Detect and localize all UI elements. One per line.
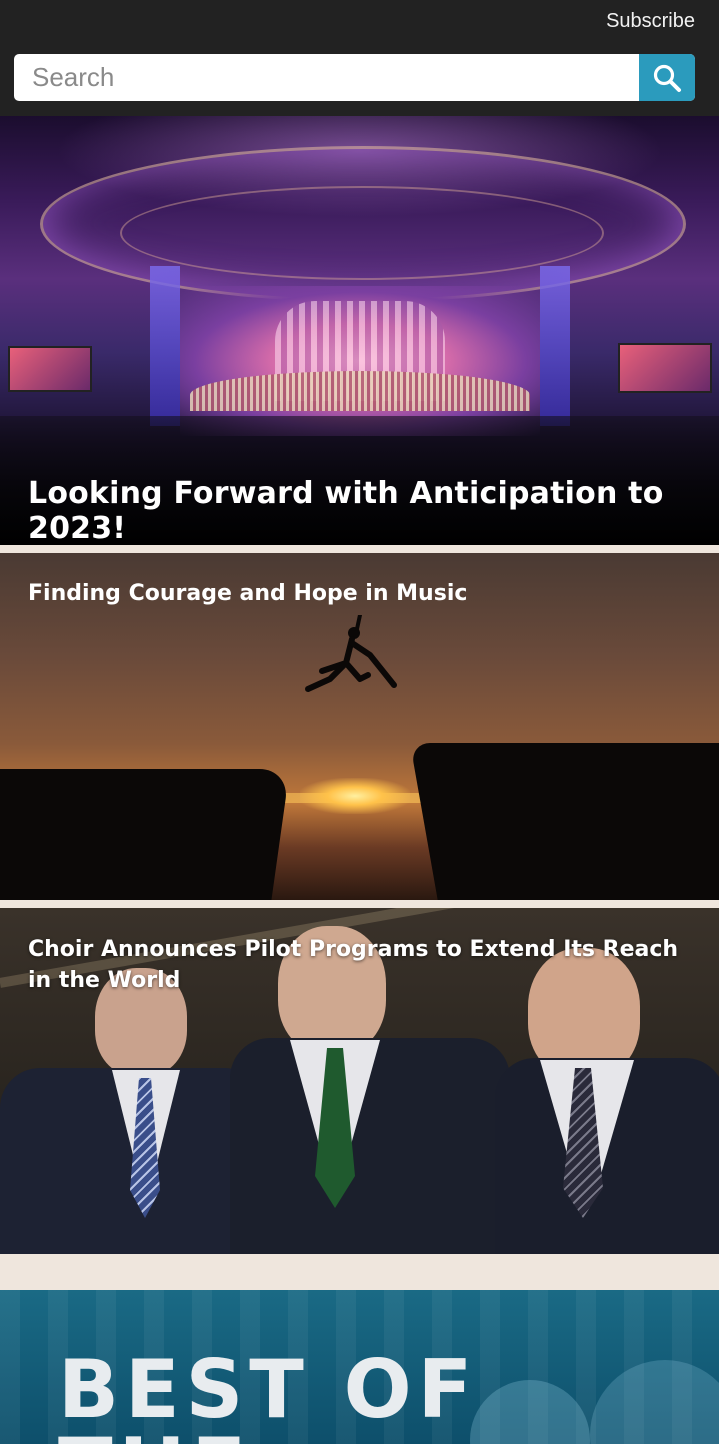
banner-text: THE bbox=[58, 1426, 252, 1444]
article-card[interactable]: Choir Announces Pilot Programs to Extend… bbox=[0, 908, 719, 1254]
article-title[interactable]: Finding Courage and Hope in Music bbox=[28, 581, 467, 606]
subscribe-link[interactable]: Subscribe bbox=[606, 10, 695, 33]
top-bar: Subscribe bbox=[0, 0, 719, 116]
search-bar bbox=[14, 54, 695, 101]
article-title[interactable]: Looking Forward with Anticipation to 202… bbox=[28, 476, 719, 545]
search-input[interactable] bbox=[14, 54, 634, 101]
article-card[interactable]: Looking Forward with Anticipation to 202… bbox=[0, 116, 719, 545]
article-title[interactable]: Choir Announces Pilot Programs to Extend… bbox=[28, 934, 688, 996]
search-button[interactable] bbox=[639, 54, 695, 101]
article-card[interactable]: Finding Courage and Hope in Music bbox=[0, 553, 719, 900]
search-icon bbox=[653, 64, 681, 92]
article-card[interactable]: BEST OF THE bbox=[0, 1290, 719, 1444]
banner-text: BEST OF bbox=[58, 1343, 479, 1436]
